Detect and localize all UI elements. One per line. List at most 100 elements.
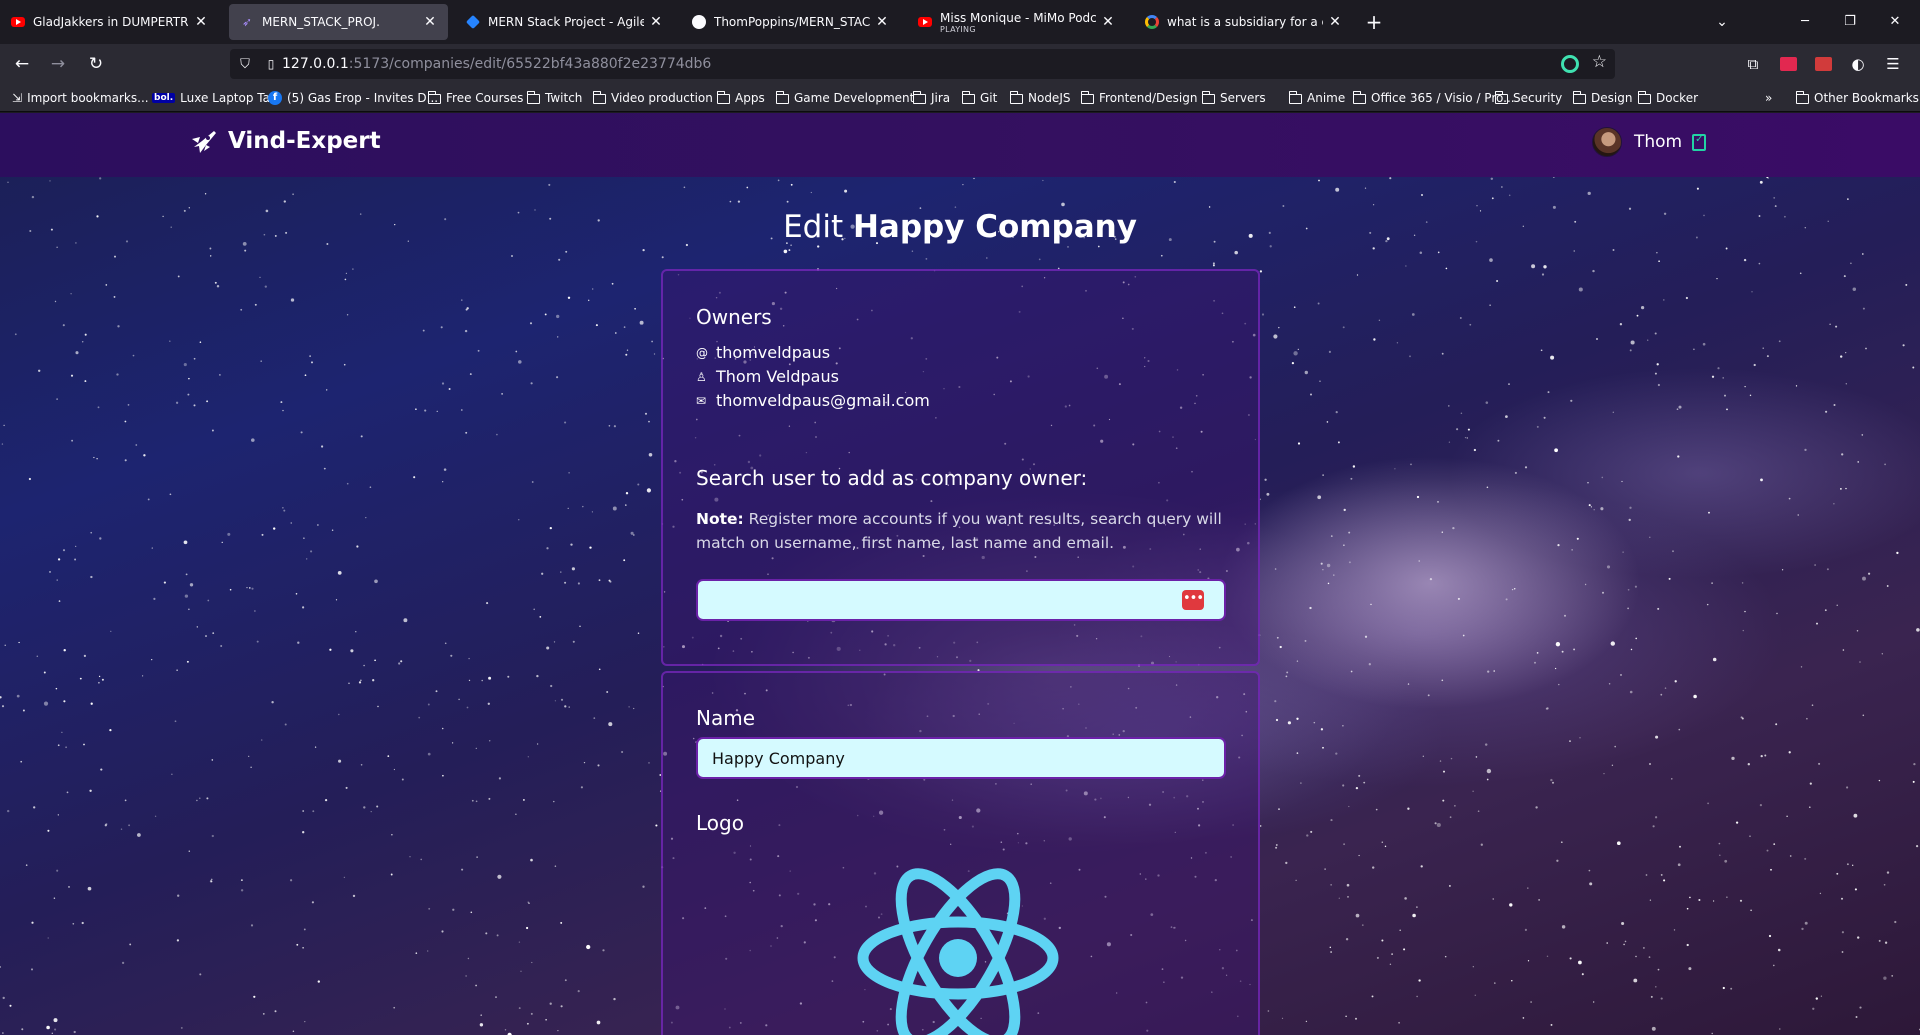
folder-icon [912, 91, 926, 104]
url-path: :5173/companies/edit/65522bf43a880f2e237… [348, 56, 712, 72]
owner-username: @ thomveldpaus [696, 343, 830, 362]
note-label: Note: [696, 510, 744, 528]
bookmark-item[interactable]: ⇲ Import bookmarks... [12, 89, 149, 107]
bookmark-label: Frontend/Design [1099, 91, 1198, 105]
password-manager-field-icon[interactable]: ••• [1182, 590, 1204, 610]
bookmark-item[interactable]: NodeJS [1009, 89, 1071, 107]
bookmark-label: Import bookmarks... [27, 91, 149, 105]
page-title-company: Happy Company [852, 209, 1137, 245]
folder-icon [775, 91, 789, 104]
extensions-icon[interactable]: ⧉ [1743, 54, 1763, 74]
logo-label: Logo [696, 811, 744, 835]
tab-title-text: GladJakkers in DUMPERTREETEN [33, 15, 189, 29]
bookmark-item[interactable]: bol. Luxe Laptop Tas [152, 89, 276, 107]
bookmark-item[interactable]: Office 365 / Visio / Pro... [1352, 89, 1515, 107]
close-tab-icon[interactable]: ✕ [648, 14, 664, 30]
note-text: Register more accounts if you want resul… [696, 510, 1222, 552]
browser-tab[interactable]: ➶ MERN_STACK_PROJ. ✕ [229, 4, 448, 40]
dark-mode-icon[interactable]: ◐ [1848, 54, 1868, 74]
search-owner-title: Search user to add as company owner: [696, 466, 1088, 490]
page-title: Edit Happy Company [0, 209, 1920, 245]
menu-icon[interactable]: ☰ [1883, 54, 1903, 74]
app-navbar: Vind-Expert Thom [0, 113, 1920, 177]
restore-button[interactable]: ❐ [1830, 8, 1870, 36]
more-bookmarks-chevron-icon[interactable]: » [1765, 89, 1772, 107]
bookmark-label: Twitch [545, 91, 583, 105]
bookmark-item[interactable]: Design [1572, 89, 1633, 107]
bookmark-item[interactable]: Twitch [526, 89, 583, 107]
close-window-button[interactable]: ✕ [1875, 8, 1915, 36]
password-manager-icon[interactable] [1778, 54, 1798, 74]
brand-name: Vind-Expert [228, 128, 381, 154]
back-button[interactable]: ← [8, 50, 36, 78]
close-tab-icon[interactable]: ✕ [422, 14, 438, 30]
company-name-input[interactable] [696, 737, 1226, 779]
bookmark-item[interactable]: Jira [912, 89, 950, 107]
youtube-icon [917, 14, 933, 30]
bookmark-item[interactable]: Git [961, 89, 997, 107]
shield-icon[interactable]: ⛉ [230, 57, 260, 72]
avatar[interactable] [1592, 127, 1622, 157]
bookmark-item[interactable]: Frontend/Design [1080, 89, 1198, 107]
jira-icon [465, 14, 481, 30]
clipboard-check-icon[interactable] [1692, 133, 1707, 151]
bookmark-item[interactable]: Free Courses [427, 89, 523, 107]
bookmark-item[interactable]: Game Development [775, 89, 915, 107]
reload-button[interactable]: ↻ [82, 50, 110, 78]
folder-icon [1009, 91, 1023, 104]
tab-title-text: Miss Monique - MiMo Podcast [940, 10, 1096, 25]
bookmark-label: Office 365 / Visio / Pro... [1371, 91, 1515, 105]
bookmark-item[interactable]: f (5) Gas Erop - Invites D... [268, 89, 438, 107]
bookmark-label: Design [1591, 91, 1633, 105]
folder-icon [427, 91, 441, 104]
brand-link[interactable]: Vind-Expert [190, 127, 381, 155]
bookmark-item[interactable]: Apps [716, 89, 765, 107]
bookmark-item[interactable]: Security [1494, 89, 1563, 107]
folder-icon [526, 91, 540, 104]
bookmark-item[interactable]: Servers [1201, 89, 1266, 107]
bookmark-item[interactable]: Docker [1637, 89, 1699, 107]
tab-title: MERN Stack Project - Agile-board [488, 15, 644, 29]
rocket-logo-icon [192, 131, 216, 153]
bookmark-label: Game Development [794, 91, 915, 105]
close-tab-icon[interactable]: ✕ [1327, 14, 1343, 30]
tab-title: what is a subsidiary for a company [1167, 15, 1323, 29]
folder-icon [592, 91, 606, 104]
tab-audio-status: PLAYING [940, 24, 976, 34]
extension-icon[interactable] [1561, 55, 1579, 73]
bookmark-label: NodeJS [1028, 91, 1071, 105]
company-form-card: Name Logo [661, 671, 1260, 1035]
browser-tab[interactable]: Miss Monique - MiMo PodcastPLAYING ✕ [907, 4, 1126, 40]
page-info-icon[interactable]: ▯ [260, 57, 282, 71]
new-tab-button[interactable]: + [1360, 8, 1388, 36]
other-bookmarks[interactable]: Other Bookmarks [1795, 89, 1919, 107]
minimize-button[interactable]: ─ [1785, 8, 1825, 36]
envelope-icon: ✉ [696, 393, 707, 408]
list-all-tabs-button[interactable]: ⌄ [1708, 8, 1736, 36]
import-icon: ⇲ [12, 91, 23, 105]
owner-email-text: thomveldpaus@gmail.com [716, 391, 930, 410]
bookmark-star-icon[interactable]: ☆ [1592, 52, 1607, 72]
user-profile-link[interactable]: Thom [1592, 127, 1707, 157]
browser-toolbar: ← → ↻ ⛉ ▯ 127.0.0.1:5173/companies/edit/… [0, 44, 1920, 84]
close-tab-icon[interactable]: ✕ [1100, 14, 1116, 30]
company-logo-react-icon[interactable] [853, 863, 1063, 1035]
addon-icon[interactable] [1813, 54, 1833, 74]
bookmark-item[interactable]: Video production [592, 89, 713, 107]
bookmarks-toolbar: ⇲ Import bookmarks... bol. Luxe Laptop Tas f… [0, 84, 1920, 112]
forward-button[interactable]: → [44, 50, 72, 78]
browser-tab-bar: GladJakkers in DUMPERTREETEN ✕ ➶ MERN_STACK… [0, 0, 1920, 44]
browser-tab[interactable]: MERN Stack Project - Agile-board ✕ [455, 4, 674, 40]
bookmark-label: Security [1513, 91, 1563, 105]
browser-tab[interactable]: what is a subsidiary for a company ✕ [1134, 4, 1353, 40]
address-bar[interactable]: ⛉ ▯ 127.0.0.1:5173/companies/edit/65522b… [230, 49, 1615, 79]
browser-tab[interactable]: ThomPoppins/MERN_STACK_PROJ ✕ [681, 4, 900, 40]
bookmark-label: Docker [1656, 91, 1699, 105]
close-tab-icon[interactable]: ✕ [874, 14, 890, 30]
tab-title-text: what is a subsidiary for a company [1167, 15, 1323, 29]
close-tab-icon[interactable]: ✕ [193, 14, 209, 30]
folder-icon [1080, 91, 1094, 104]
owner-search-input[interactable] [696, 579, 1226, 621]
browser-tab[interactable]: GladJakkers in DUMPERTREETEN ✕ [0, 4, 219, 40]
bookmark-item[interactable]: Anime [1288, 89, 1345, 107]
